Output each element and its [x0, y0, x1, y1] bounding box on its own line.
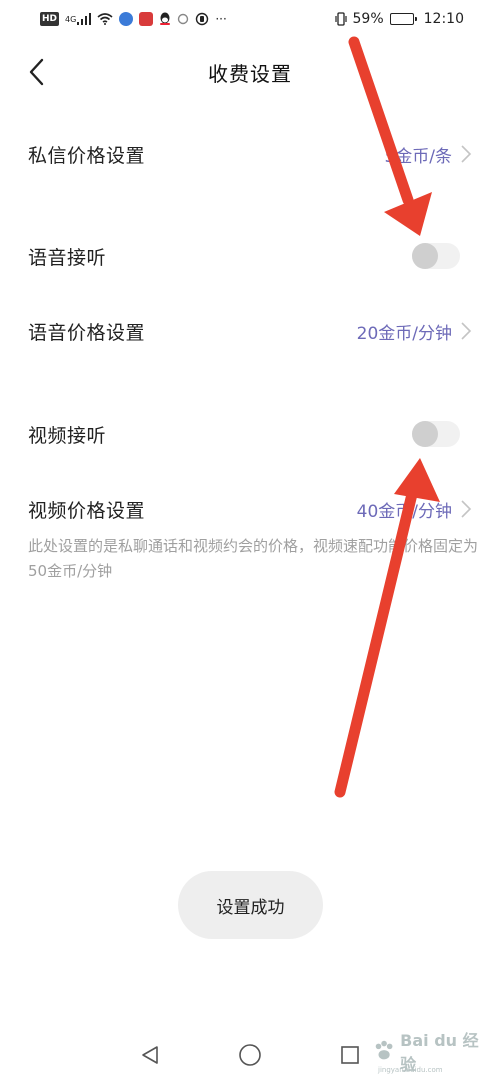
status-left-icons: HD 4G ···	[40, 12, 227, 26]
circle-icon	[177, 12, 189, 26]
chevron-left-icon	[29, 58, 44, 86]
app-icon-red	[139, 12, 154, 26]
chevron-right-icon	[460, 320, 474, 342]
qq-icon	[159, 12, 171, 26]
video-answer-toggle[interactable]	[412, 421, 460, 447]
row-message-price[interactable]: 私信价格设置 5金币/条	[0, 126, 500, 182]
toast-message: 设置成功	[178, 871, 323, 939]
message-price-label: 私信价格设置	[28, 144, 146, 167]
status-bar: HD 4G ··· 59% 12:10	[0, 0, 500, 38]
row-voice-price[interactable]: 语音价格设置 20金币/分钟	[0, 303, 500, 359]
chevron-right-icon	[460, 498, 474, 520]
wifi-icon	[97, 12, 113, 26]
paw-icon	[375, 1040, 393, 1060]
row-voice-answer: 语音接听	[0, 228, 500, 284]
video-price-label: 视频价格设置	[28, 499, 146, 522]
voice-answer-label: 语音接听	[28, 246, 107, 269]
nav-header: 收费设置	[0, 44, 500, 100]
toggle-knob	[412, 243, 438, 269]
voice-price-label: 语音价格设置	[28, 321, 146, 344]
back-button[interactable]	[18, 54, 54, 90]
row-video-answer: 视频接听	[0, 406, 500, 462]
hd-badge: HD	[40, 12, 60, 26]
triangle-back-icon[interactable]	[135, 1040, 165, 1070]
video-price-right: 40金币/分钟	[357, 497, 474, 522]
row-video-price[interactable]: 视频价格设置 40金币/分钟	[0, 481, 500, 537]
more-dots: ···	[215, 12, 227, 26]
watermark-subtext: jingyan.baidu.com	[378, 1066, 443, 1074]
baidu-watermark: Bai du 经验 jingyan.baidu.com	[372, 1028, 488, 1074]
vibrate-icon	[334, 12, 347, 26]
voice-price-value: 20金币/分钟	[356, 323, 452, 344]
message-price-right: 5金币/条	[384, 142, 474, 167]
status-time: 12:10	[423, 11, 464, 27]
status-right-icons: 59% 12:10	[334, 11, 464, 27]
page-title: 收费设置	[208, 61, 292, 86]
chevron-right-icon	[460, 143, 474, 165]
battery-percent: 59%	[352, 11, 384, 27]
video-answer-label: 视频接听	[28, 424, 107, 447]
ring-icon	[195, 12, 209, 26]
app-icon-blue	[119, 12, 134, 26]
toggle-knob	[412, 421, 438, 447]
voice-answer-toggle[interactable]	[412, 243, 460, 269]
voice-price-right: 20金币/分钟	[357, 319, 474, 344]
price-note: 此处设置的是私聊通话和视频约会的价格，视频速配功能价格固定为50金币/分钟	[28, 537, 479, 580]
message-price-value: 5金币/条	[384, 146, 452, 167]
video-price-value: 40金币/分钟	[356, 501, 452, 522]
signal-icon: 4G	[65, 12, 92, 26]
battery-icon	[389, 13, 417, 25]
circle-home-icon[interactable]	[235, 1040, 265, 1070]
network-type: 4G	[65, 14, 77, 24]
square-recents-icon[interactable]	[335, 1040, 365, 1070]
